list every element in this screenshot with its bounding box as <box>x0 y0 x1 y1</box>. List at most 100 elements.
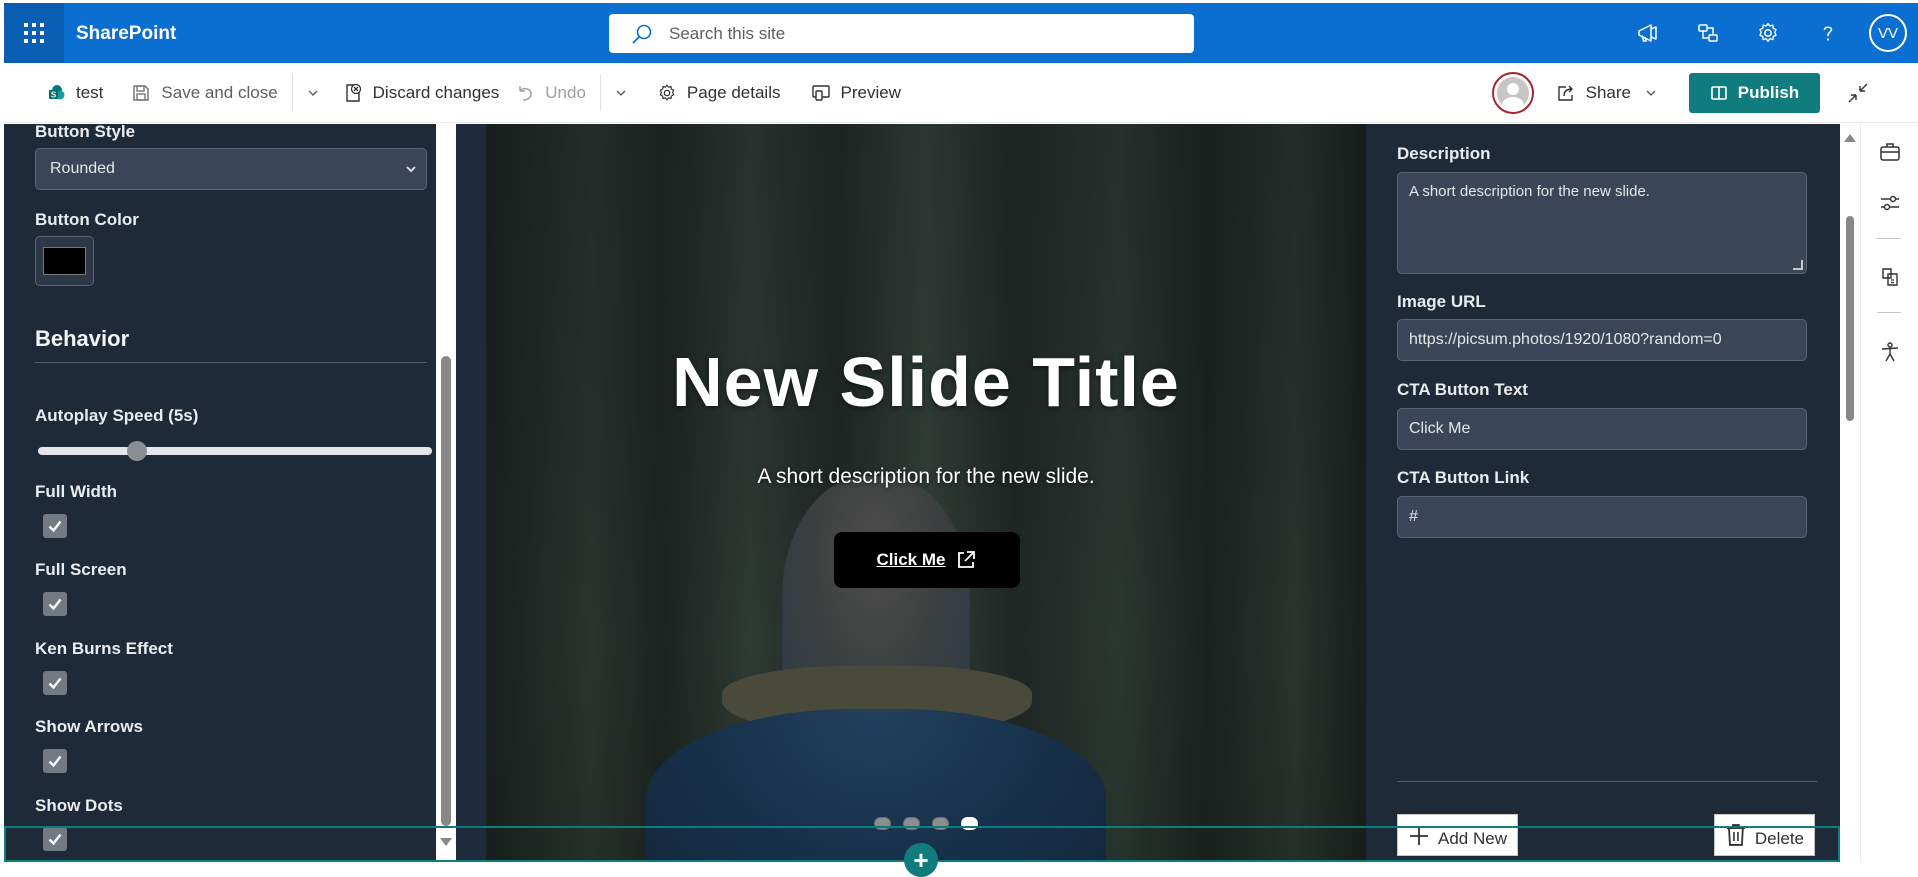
slide-cta-button[interactable]: Click Me <box>834 532 1020 588</box>
full-screen-checkbox[interactable] <box>43 592 67 616</box>
right-rail <box>1860 124 1918 862</box>
button-style-select[interactable]: Rounded <box>35 148 427 190</box>
scrollbar-thumb[interactable] <box>1846 216 1854 421</box>
suite-bar: SharePoint Search this site VV <box>4 3 1918 63</box>
save-options-dropdown[interactable] <box>299 73 327 113</box>
chevron-down-icon <box>406 166 416 173</box>
share-people-icon[interactable] <box>1678 3 1738 63</box>
discard-changes-button[interactable]: Discard changes <box>335 73 508 113</box>
accessibility-icon[interactable] <box>1879 341 1901 363</box>
gear-icon <box>657 83 677 103</box>
undo-button[interactable]: Undo <box>507 73 594 113</box>
delete-button[interactable]: Delete <box>1714 814 1815 856</box>
account-button[interactable]: VV <box>1858 3 1918 63</box>
search-box[interactable]: Search this site <box>609 14 1194 53</box>
button-style-value: Rounded <box>50 160 115 177</box>
slide-dot[interactable] <box>961 817 978 830</box>
autoplay-speed-label: Autoplay Speed (5s) <box>35 406 199 425</box>
sharepoint-page-icon: S <box>48 84 66 102</box>
rail-divider <box>1877 312 1901 313</box>
svg-text:S: S <box>51 90 57 99</box>
show-dots-label: Show Dots <box>35 796 123 815</box>
description-textarea[interactable]: A short description for the new slide. <box>1397 172 1807 274</box>
rail-divider <box>1877 238 1901 239</box>
megaphone-icon[interactable] <box>1618 3 1678 63</box>
external-link-icon <box>958 551 976 568</box>
button-color-picker[interactable] <box>35 236 94 286</box>
button-color-label: Button Color <box>35 210 139 229</box>
slide-editor-panel: Description A short description for the … <box>1366 124 1840 862</box>
preview-icon <box>811 83 831 103</box>
editor-avatar[interactable] <box>1491 71 1534 114</box>
trash-icon <box>1726 824 1745 846</box>
scroll-up-arrow[interactable] <box>1844 134 1856 142</box>
slide-preview: New Slide Title A short description for … <box>486 124 1366 862</box>
full-width-checkbox[interactable] <box>43 514 67 538</box>
section-divider <box>35 362 427 363</box>
app-launcher-button[interactable] <box>4 3 64 63</box>
show-arrows-checkbox[interactable] <box>43 749 67 773</box>
command-bar: S test Save and close Discard changes Un… <box>4 63 1918 123</box>
save-icon <box>131 83 151 103</box>
button-style-label: Button Style <box>35 124 136 141</box>
search-input[interactable]: Search this site <box>669 24 785 44</box>
preview-button[interactable]: Preview <box>803 73 909 113</box>
toolbox-icon[interactable] <box>1879 141 1901 163</box>
share-label: Share <box>1585 82 1631 102</box>
page-details-button[interactable]: Page details <box>649 73 789 113</box>
share-icon <box>1556 83 1576 103</box>
scrollbar-thumb[interactable] <box>441 356 451 826</box>
app-name[interactable]: SharePoint <box>76 23 176 45</box>
full-width-label: Full Width <box>35 482 117 501</box>
cta-text-input[interactable]: Click Me <box>1397 408 1807 450</box>
delete-label: Delete <box>1754 829 1804 848</box>
description-label: Description <box>1397 144 1491 163</box>
slide-dot[interactable] <box>903 817 920 830</box>
discard-changes-label: Discard changes <box>372 82 500 102</box>
page-name-button[interactable]: S test <box>40 73 111 113</box>
gear-icon[interactable] <box>1738 3 1798 63</box>
autoplay-speed-slider[interactable] <box>38 447 432 455</box>
chevron-down-icon <box>308 90 318 96</box>
settings-sliders-icon[interactable] <box>1879 192 1901 214</box>
divider <box>291 74 293 111</box>
slider-thumb[interactable] <box>126 441 147 461</box>
cta-text-label: CTA Button Text <box>1397 380 1528 399</box>
slide-dot[interactable] <box>932 817 949 830</box>
image-url-input[interactable]: https://picsum.photos/1920/1080?random=0 <box>1397 319 1807 361</box>
collapse-icon[interactable] <box>1834 82 1882 104</box>
publish-button[interactable]: Publish <box>1689 72 1820 113</box>
image-url-label: Image URL <box>1397 292 1486 311</box>
page-name-label: test <box>76 82 104 102</box>
discard-icon <box>343 83 363 103</box>
checkmark-icon <box>48 833 62 846</box>
slide-description: A short description for the new slide. <box>757 465 1095 488</box>
scroll-down-arrow[interactable] <box>440 838 452 846</box>
help-icon[interactable] <box>1798 3 1858 63</box>
cta-link-input[interactable]: # <box>1397 496 1807 538</box>
left-panel-scrollbar[interactable] <box>436 124 456 862</box>
section-divider <box>1397 781 1817 782</box>
page-scrollbar[interactable] <box>1840 124 1860 862</box>
webpart-canvas: Button Style Rounded Button Color Behavi… <box>4 124 1840 862</box>
checkmark-icon <box>48 520 62 533</box>
cta-link-label: CTA Button Link <box>1397 468 1530 487</box>
show-dots-checkbox[interactable] <box>43 827 67 851</box>
save-and-close-button[interactable]: Save and close <box>123 73 285 113</box>
color-swatch <box>43 247 86 275</box>
add-new-button[interactable]: Add New <box>1397 814 1518 856</box>
behavior-heading: Behavior <box>35 326 130 351</box>
ken-burns-checkbox[interactable] <box>43 671 67 695</box>
share-button[interactable]: Share <box>1548 73 1665 113</box>
search-icon <box>632 24 652 43</box>
slide-title: New Slide Title <box>672 343 1180 421</box>
undo-options-dropdown[interactable] <box>607 73 635 113</box>
checkmark-icon <box>48 677 62 690</box>
divider <box>599 74 601 111</box>
slide-dot[interactable] <box>874 817 891 830</box>
ken-burns-label: Ken Burns Effect <box>35 639 173 658</box>
preview-label: Preview <box>840 82 901 102</box>
design-ideas-icon[interactable] <box>1879 266 1901 288</box>
undo-icon <box>515 83 535 103</box>
add-section-button[interactable]: + <box>904 843 938 877</box>
